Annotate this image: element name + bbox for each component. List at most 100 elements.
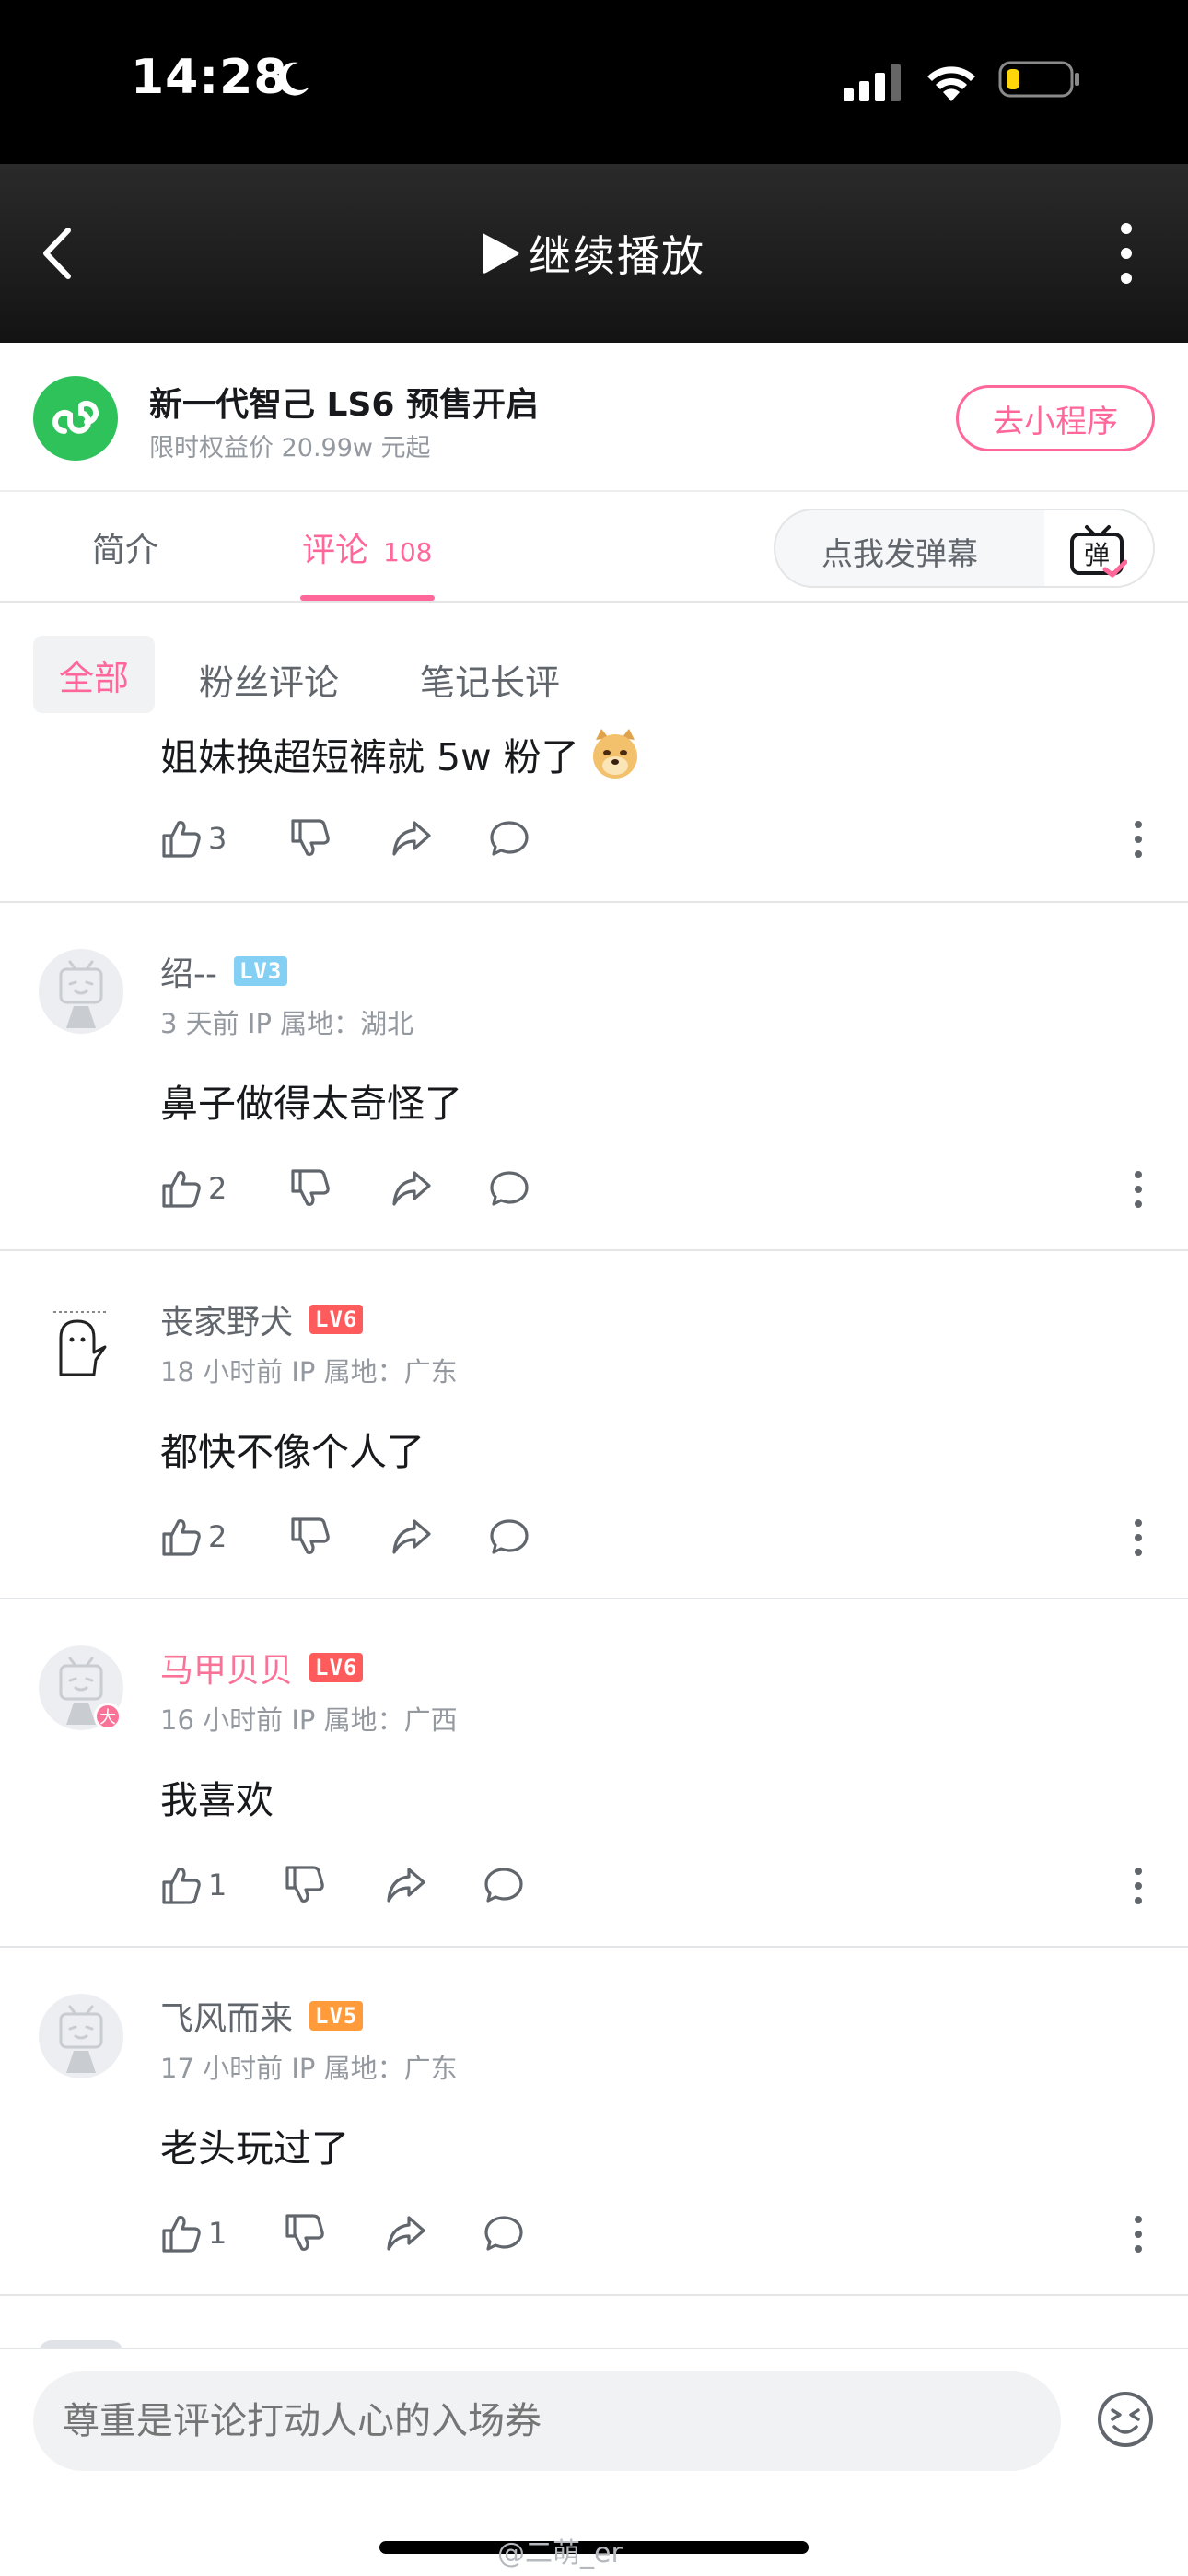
dislike-button[interactable] [289,1509,332,1564]
moon-icon [278,62,309,96]
like-button[interactable]: 2 [160,1161,227,1216]
share-icon [392,1171,431,1206]
like-button[interactable]: 1 [160,1857,227,1913]
status-bar: 14:28 [0,0,1188,164]
reply-button[interactable] [483,2206,525,2261]
comment-divider [0,2294,1188,2296]
comment-text: 我喜欢 [160,1778,274,1822]
back-arrow-icon[interactable] [37,223,77,284]
reply-bubble-icon [490,821,529,856]
promo-title: 新一代智己 LS6 预售开启 [149,386,539,424]
username[interactable]: 飞风而来 [160,1992,293,2040]
like-button[interactable]: 3 [160,811,227,866]
username[interactable]: 马甲贝贝 [160,1644,293,1692]
username[interactable]: 丧家野犬 [160,1295,293,1343]
emoji-icon[interactable] [1096,2390,1155,2449]
level-badge: LV6 [309,1653,364,1682]
comment-item: 大 马甲贝贝 LV6 16 小时前 IP 属地：广西 我喜欢 1 [0,1599,1188,1948]
share-button[interactable] [390,1161,433,1216]
share-button[interactable] [385,1857,427,1913]
level-badge: LV3 [233,956,288,986]
reply-button[interactable] [488,811,530,866]
danmaku-icon-char: 弹 [1084,540,1110,570]
battery-icon [998,61,1079,98]
comment-filter: 全部 粉丝评论 笔记长评 [0,636,1188,719]
like-button[interactable]: 2 [160,1509,227,1564]
thumbs-down-icon [285,2214,324,2251]
comment-more-icon[interactable] [1127,818,1149,861]
reply-button[interactable] [488,1161,530,1216]
vip-badge: 大 [94,1703,122,1730]
thumbs-down-icon [291,819,330,856]
default-tv-avatar-icon [59,2005,103,2073]
comment-actions: 1 [160,2206,1173,2261]
share-button[interactable] [390,811,433,866]
reply-bubble-icon [484,1868,523,1903]
share-button[interactable] [390,1509,433,1564]
ghost-avatar-icon [53,1311,107,1376]
like-count: 1 [208,1868,227,1903]
thumbs-up-icon [162,1171,201,1208]
mini-program-promo[interactable]: 新一代智己 LS6 预售开启 限时权益价 20.99w 元起 去小程序 [0,343,1188,492]
like-count: 2 [208,1519,227,1554]
reply-button[interactable] [488,1509,530,1564]
comment-input-bar: @二萌_er [0,2348,1188,2576]
level-badge: LV5 [309,2001,364,2031]
default-tv-avatar-icon [59,960,103,1028]
tab-comments[interactable]: 评论 108 [302,523,432,571]
share-icon [392,821,431,856]
dislike-button[interactable] [284,2206,326,2261]
share-icon [387,1868,425,1903]
reply-bubble-icon [490,1171,529,1206]
wifi-icon [927,66,975,101]
comment-meta: 16 小时前 IP 属地：广西 [160,1704,458,1736]
share-icon [387,2216,425,2251]
status-time: 14:28 [131,50,288,105]
thumbs-up-icon [162,2216,201,2253]
danmaku-toggle[interactable]: 弹 [1044,510,1153,586]
reply-button[interactable] [483,1857,525,1913]
comment-meta: 18 小时前 IP 属地：广东 [160,1356,458,1388]
like-button[interactable]: 1 [160,2206,227,2261]
cellular-signal-icon [844,64,901,101]
dislike-button[interactable] [289,1161,332,1216]
comment-text: 都快不像个人了 [160,1430,425,1474]
dislike-button[interactable] [284,1857,326,1913]
comment-input[interactable] [33,2371,1061,2471]
dislike-button[interactable] [289,811,332,866]
comment-item: 飞风而来 LV5 17 小时前 IP 属地：广东 老头玩过了 1 [0,1948,1188,2296]
comment-more-icon[interactable] [1127,1865,1149,1907]
thumbs-up-icon [162,1868,201,1904]
play-icon [483,233,519,274]
avatar[interactable] [39,949,123,1034]
avatar[interactable] [39,1994,123,2078]
tab-intro[interactable]: 简介 [92,523,158,571]
comment-actions: 2 [160,1161,1173,1216]
comment-more-icon[interactable] [1127,1516,1149,1559]
filter-notes[interactable]: 笔记长评 [420,654,560,705]
comment-more-icon[interactable] [1127,1168,1149,1211]
danmaku-input[interactable]: 点我发弹幕 弹 [774,509,1155,588]
danmaku-tv-icon: 弹 [1070,525,1127,578]
filter-all[interactable]: 全部 [33,636,155,713]
go-mini-program-button[interactable]: 去小程序 [956,385,1155,451]
thumbs-down-icon [291,1517,330,1554]
reply-bubble-icon [490,1519,529,1554]
watermark-text: @二萌_er [497,2537,623,2570]
level-badge: LV6 [309,1305,364,1334]
more-vertical-icon[interactable] [1112,219,1140,287]
continue-play-button[interactable]: 继续播放 [479,221,705,286]
like-count: 3 [208,821,227,856]
comment-more-icon[interactable] [1127,2213,1149,2255]
filter-fans[interactable]: 粉丝评论 [199,654,339,705]
comment-meta: 17 小时前 IP 属地：广东 [160,2053,458,2084]
comment-text: 姐妹换超短裤就 5w 粉了 [160,735,579,779]
promo-subtitle: 限时权益价 20.99w 元起 [149,434,431,463]
avatar[interactable] [39,1297,123,1382]
tab-comments-label: 评论 [302,532,369,569]
comments-count: 108 [383,537,433,568]
share-button[interactable] [385,2206,427,2261]
username[interactable]: 绍-- [160,947,217,995]
comment-meta: 3 天前 IP 属地：湖北 [160,1008,414,1039]
like-count: 2 [208,1171,227,1206]
